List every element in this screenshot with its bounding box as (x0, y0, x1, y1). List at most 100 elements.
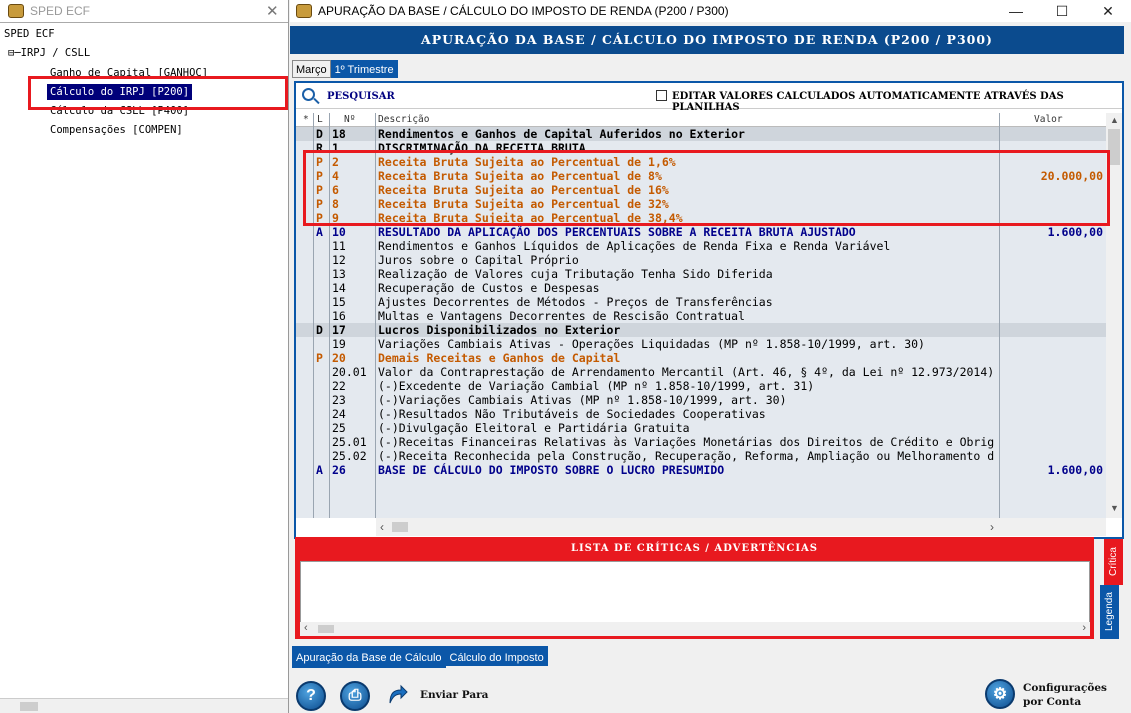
table-row[interactable]: 19 Variações Cambiais Ativas - Operações … (296, 337, 1106, 351)
row-l-cell: R (316, 141, 323, 155)
row-number-cell: 16 (332, 309, 346, 323)
tab-calculo-imposto[interactable]: Cálculo do Imposto (445, 646, 548, 666)
table-row[interactable]: 23 (-)Variações Cambiais Ativas (MP nº 1.… (296, 393, 1106, 407)
row-number-cell: 24 (332, 407, 346, 421)
minimize-icon[interactable]: — (993, 0, 1039, 22)
table-row[interactable]: A 10 RESULTADO DA APLICAÇÃO DOS PERCENTUAI… (296, 225, 1106, 239)
row-number-cell: 2 (332, 155, 339, 169)
row-number-cell: 23 (332, 393, 346, 407)
table-row[interactable]: P 2 Receita Bruta Sujeita ao Percentual de… (296, 155, 1106, 169)
row-l-cell: A (316, 463, 323, 477)
scroll-thumb[interactable] (392, 522, 408, 532)
table-row[interactable]: 24 (-)Resultados Não Tributáveis de Socie… (296, 407, 1106, 421)
scroll-up-icon[interactable]: ▲ (1110, 115, 1119, 125)
tab-marco[interactable]: Março (292, 60, 331, 78)
row-description-cell: Recuperação de Custos e Despesas (378, 281, 600, 295)
row-description-cell: (-)Divulgação Eleitoral e Partidária Gra… (378, 421, 690, 435)
grid-header: * L Nº Descrição Valor (296, 113, 1106, 127)
tree-item-calculo-csll[interactable]: Cálculo da CSLL [P400] (50, 103, 189, 119)
maximize-icon[interactable]: ☐ (1039, 0, 1085, 22)
grid-horizontal-scrollbar[interactable]: ‹ › (376, 518, 1106, 536)
page-header: APURAÇÃO DA BASE / CÁLCULO DO IMPOSTO DE… (290, 26, 1124, 54)
scroll-left-icon[interactable]: ‹ (304, 622, 308, 634)
grid-line (375, 113, 376, 518)
row-l-cell: P (316, 183, 323, 197)
table-row[interactable]: P 8 Receita Bruta Sujeita ao Percentual de… (296, 197, 1106, 211)
row-number-cell: 4 (332, 169, 339, 183)
left-horizontal-scrollbar[interactable] (0, 698, 288, 713)
tree-node-irpj-csll[interactable]: ⊟─IRPJ / CSLL (8, 45, 90, 61)
tree-item-ganho-capital[interactable]: Ganho de Capital [GANHOC] (50, 65, 208, 81)
table-row[interactable]: 14 Recuperação de Custos e Despesas (296, 281, 1106, 295)
edit-values-label[interactable]: EDITAR VALORES CALCULADOS AUTOMATICAMENT… (672, 91, 1122, 113)
table-row[interactable]: 25.01 (-)Receitas Financeiras Relativas à… (296, 435, 1106, 449)
col-l: L (317, 114, 323, 125)
config-icon: ⚙ (992, 686, 1008, 703)
table-row[interactable]: P 9 Receita Bruta Sujeita ao Percentual de… (296, 211, 1106, 225)
scroll-right-icon[interactable]: › (990, 520, 994, 534)
tab-critica[interactable]: Crítica (1104, 539, 1123, 585)
row-description-cell: Rendimentos e Ganhos Líquidos de Aplicaç… (378, 239, 891, 253)
print-button[interactable]: ⎙ (340, 681, 370, 711)
criticas-title: LISTA DE CRÍTICAS / ADVERTÊNCIAS (570, 543, 819, 554)
table-row[interactable]: 20.01 Valor da Contraprestação de Arrenda… (296, 365, 1106, 379)
tab-1-trimestre[interactable]: 1º Trimestre (330, 60, 398, 78)
table-row[interactable]: 12 Juros sobre o Capital Próprio (296, 253, 1106, 267)
close-icon[interactable]: ✕ (1085, 0, 1131, 22)
row-description-cell: Juros sobre o Capital Próprio (378, 253, 579, 267)
close-left-panel-icon[interactable]: ✕ (266, 2, 279, 20)
table-row[interactable]: 13 Realização de Valores cuja Tributação … (296, 267, 1106, 281)
scroll-thumb[interactable] (20, 702, 38, 711)
help-button[interactable]: ? (296, 681, 326, 711)
table-row[interactable]: 15 Ajustes Decorrentes de Métodos - Preço… (296, 295, 1106, 309)
table-row[interactable]: R 1 DISCRIMINAÇÃO DA RECEITA BRUTA (296, 141, 1106, 155)
scroll-thumb[interactable] (318, 625, 334, 633)
row-number-cell: 25.02 (332, 449, 367, 463)
divider (0, 22, 288, 23)
row-description-cell: (-)Receitas Financeiras Relativas às Var… (378, 435, 995, 449)
table-row[interactable]: D 18 Rendimentos e Ganhos de Capital Aufer… (296, 127, 1106, 141)
scroll-down-icon[interactable]: ▼ (1110, 503, 1119, 513)
send-label[interactable]: Enviar Para (420, 689, 488, 701)
row-description-cell: Receita Bruta Sujeita ao Percentual de 1… (378, 155, 676, 169)
table-row[interactable]: P 4 Receita Bruta Sujeita ao Percentual de… (296, 169, 1106, 183)
table-row[interactable]: D 17 Lucros Disponibilizados no Exterior (296, 323, 1106, 337)
table-row[interactable]: P 20 Demais Receitas e Ganhos de Capital (296, 351, 1106, 365)
table-row[interactable]: P 6 Receita Bruta Sujeita ao Percentual de… (296, 183, 1106, 197)
tree-root[interactable]: SPED ECF (4, 26, 55, 42)
row-l-cell: P (316, 351, 323, 365)
table-row[interactable]: A 26 BASE DE CÁLCULO DO IMPOSTO SOBRE O LU… (296, 463, 1106, 477)
row-number-cell: 6 (332, 183, 339, 197)
row-description-cell: Receita Bruta Sujeita ao Percentual de 3… (378, 197, 669, 211)
scroll-right-icon[interactable]: › (1082, 622, 1086, 634)
edit-values-checkbox[interactable] (656, 90, 667, 101)
config-label-line1[interactable]: Configurações (1023, 682, 1107, 694)
tab-legenda[interactable]: Legenda (1100, 585, 1119, 639)
table-row[interactable]: 11 Rendimentos e Ganhos Líquidos de Aplic… (296, 239, 1106, 253)
search-label[interactable]: PESQUISAR (327, 91, 395, 102)
search-icon[interactable] (302, 88, 315, 101)
table-row[interactable]: 22 (-)Excedente de Variação Cambial (MP n… (296, 379, 1106, 393)
row-description-cell: Demais Receitas e Ganhos de Capital (378, 351, 621, 365)
config-button[interactable]: ⚙ (985, 679, 1015, 709)
row-number-cell: 22 (332, 379, 346, 393)
table-row[interactable]: 25 (-)Divulgação Eleitoral e Partidária G… (296, 421, 1106, 435)
criticas-scrollbar[interactable]: ‹ › (300, 622, 1090, 636)
search-bar: PESQUISAR EDITAR VALORES CALCULADOS AUTO… (296, 83, 1122, 113)
tree-item-compensacoes[interactable]: Compensações [COMPEN] (50, 122, 183, 138)
table-row[interactable]: 25.02 (-)Receita Reconhecida pela Constru… (296, 449, 1106, 463)
row-number-cell: 20 (332, 351, 346, 365)
row-description-cell: Receita Bruta Sujeita ao Percentual de 1… (378, 183, 669, 197)
tree-item-calculo-irpj[interactable]: Cálculo do IRPJ [P200] (45, 83, 194, 101)
config-label-line2[interactable]: por Conta (1023, 696, 1081, 708)
criticas-list[interactable] (300, 561, 1090, 626)
send-arrow-icon[interactable] (386, 683, 408, 705)
col-valor: Valor (1034, 114, 1063, 125)
table-row[interactable]: 16 Multas e Vantagens Decorrentes de Resc… (296, 309, 1106, 323)
scroll-thumb[interactable] (1108, 129, 1120, 165)
grid-line (313, 113, 314, 518)
tab-apuracao-base[interactable]: Apuração da Base de Cálculo (292, 646, 446, 668)
grid-vertical-scrollbar[interactable]: ▲ ▼ (1106, 113, 1122, 518)
scroll-left-icon[interactable]: ‹ (380, 520, 384, 534)
help-icon: ? (306, 687, 316, 704)
